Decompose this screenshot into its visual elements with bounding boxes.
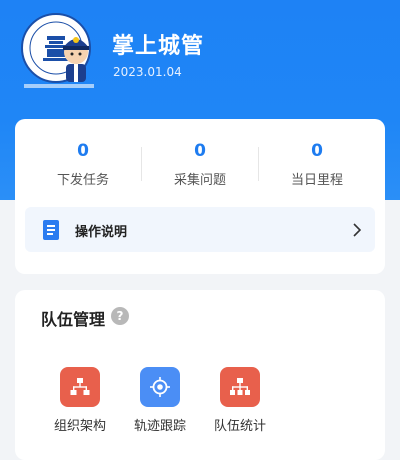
stat-mileage-label: 当日里程	[290, 173, 343, 188]
tile-label: 轨迹跟踪	[133, 419, 186, 434]
stat-issues-label: 采集问题	[173, 173, 226, 188]
team-management-card: 队伍管理 ? 组织架构 轨迹跟踪 队伍统计	[15, 290, 385, 460]
help-icon[interactable]: ?	[111, 307, 129, 325]
team-stats-icon	[220, 367, 260, 407]
stat-tasks-value: 0	[77, 141, 89, 161]
stat-issues[interactable]: 0 采集问题	[142, 141, 258, 188]
stat-mileage[interactable]: 0 当日里程	[259, 141, 375, 188]
tile-org-structure[interactable]: 组织架构	[40, 367, 120, 434]
chevron-right-icon	[353, 222, 362, 237]
document-icon	[43, 220, 61, 240]
tile-team-stats[interactable]: 队伍统计	[200, 367, 280, 434]
org-chart-icon	[60, 367, 100, 407]
stats-card: 0 下发任务 0 采集问题 0 当日里程 操作说明	[15, 119, 385, 274]
operation-guide-label: 操作说明	[75, 225, 128, 240]
stat-tasks[interactable]: 0 下发任务	[25, 141, 141, 188]
tile-label: 组织架构	[53, 419, 106, 434]
stat-tasks-label: 下发任务	[56, 173, 109, 188]
current-date: 2023.01.04	[113, 65, 182, 79]
tile-track[interactable]: 轨迹跟踪	[120, 367, 200, 434]
stat-issues-value: 0	[194, 141, 206, 161]
city-management-logo	[14, 4, 104, 96]
operation-guide-row[interactable]: 操作说明	[25, 207, 375, 252]
section-title: 队伍管理	[41, 310, 106, 329]
locate-icon	[140, 367, 180, 407]
tile-label: 队伍统计	[213, 419, 266, 434]
app-title: 掌上城管	[112, 34, 205, 59]
stat-mileage-value: 0	[311, 141, 323, 161]
